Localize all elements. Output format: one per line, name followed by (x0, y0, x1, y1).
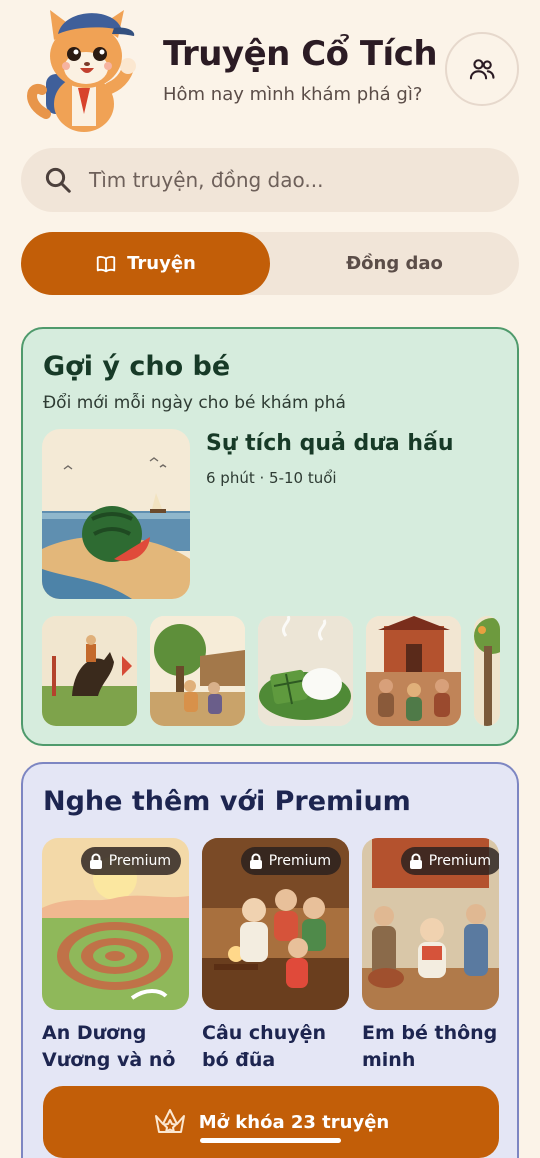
tree-thumbnail[interactable] (474, 616, 500, 726)
suggest-card: Gợi ý cho bé Đổi mới mỗi ngày cho bé khá… (21, 327, 519, 746)
unlock-premium-label: Mở khóa 23 truyện (198, 1111, 390, 1133)
sticky-rice-cakes-thumbnail[interactable] (258, 616, 353, 726)
premium-badge: Premium (80, 847, 181, 875)
premium-story-title: An Dương Vương và nỏ t... (42, 1022, 176, 1071)
royal-court-thumbnail[interactable] (366, 616, 461, 726)
cat-mascot-icon (24, 4, 140, 136)
search-icon (45, 167, 71, 193)
featured-story-image[interactable] (42, 429, 190, 599)
suggest-title: Gợi ý cho bé (43, 351, 231, 382)
search-placeholder: Tìm truyện, đồng dao... (89, 168, 324, 192)
premium-story-title: Em bé thông minh (362, 1022, 498, 1071)
profile-button[interactable] (445, 32, 519, 106)
header: Truyện Cổ Tích Hôm nay mình khám phá gì? (0, 0, 540, 140)
suggest-subtitle: Đổi mới mỗi ngày cho bé khám phá (43, 393, 346, 413)
lock-icon (409, 853, 422, 869)
premium-story-card[interactable]: Premium Câu chuyện bó đũa (202, 838, 349, 1074)
premium-badge-label: Premium (428, 853, 491, 869)
lock-icon (249, 853, 262, 869)
tab-truyen[interactable]: Truyện (21, 232, 270, 295)
premium-story-card[interactable]: Premium An Dương Vương và nỏ t... (42, 838, 189, 1074)
premium-badge: Premium (240, 847, 341, 875)
premium-story-title: Câu chuyện bó đũa (202, 1022, 327, 1071)
app-title: Truyện Cổ Tích (163, 34, 438, 74)
premium-story-image: Premium (202, 838, 349, 1010)
tab-dong-dao-label: Đồng dao (346, 253, 443, 274)
app-subtitle: Hôm nay mình khám phá gì? (163, 84, 423, 105)
crown-icon (154, 1109, 185, 1133)
premium-story-card[interactable]: Premium Em bé thông minh (362, 838, 509, 1074)
tab-bar: Truyện Đồng dao (21, 232, 519, 295)
hero-on-horse-thumbnail[interactable] (42, 616, 137, 726)
premium-story-image: Premium (42, 838, 189, 1010)
book-open-icon (96, 255, 116, 272)
premium-badge-label: Premium (108, 853, 171, 869)
premium-badge: Premium (400, 847, 499, 875)
premium-title: Nghe thêm với Premium (43, 786, 411, 817)
search-bar[interactable]: Tìm truyện, đồng dao... (21, 148, 519, 212)
lock-icon (89, 853, 102, 869)
home-indicator[interactable] (200, 1138, 341, 1143)
featured-story-meta: 6 phút · 5-10 tuổi (206, 469, 337, 487)
village-family-thumbnail[interactable] (150, 616, 245, 726)
tab-truyen-label: Truyện (127, 253, 196, 274)
unlock-premium-button[interactable]: Mở khóa 23 truyện (43, 1086, 499, 1158)
tab-dong-dao[interactable]: Đồng dao (270, 232, 519, 295)
premium-card: Nghe thêm với Premium Premium An Dương V… (21, 762, 519, 1158)
featured-story-title[interactable]: Sự tích quả dưa hấu (206, 431, 454, 456)
premium-badge-label: Premium (268, 853, 331, 869)
users-icon (469, 59, 495, 80)
premium-story-image: Premium (362, 838, 499, 1010)
